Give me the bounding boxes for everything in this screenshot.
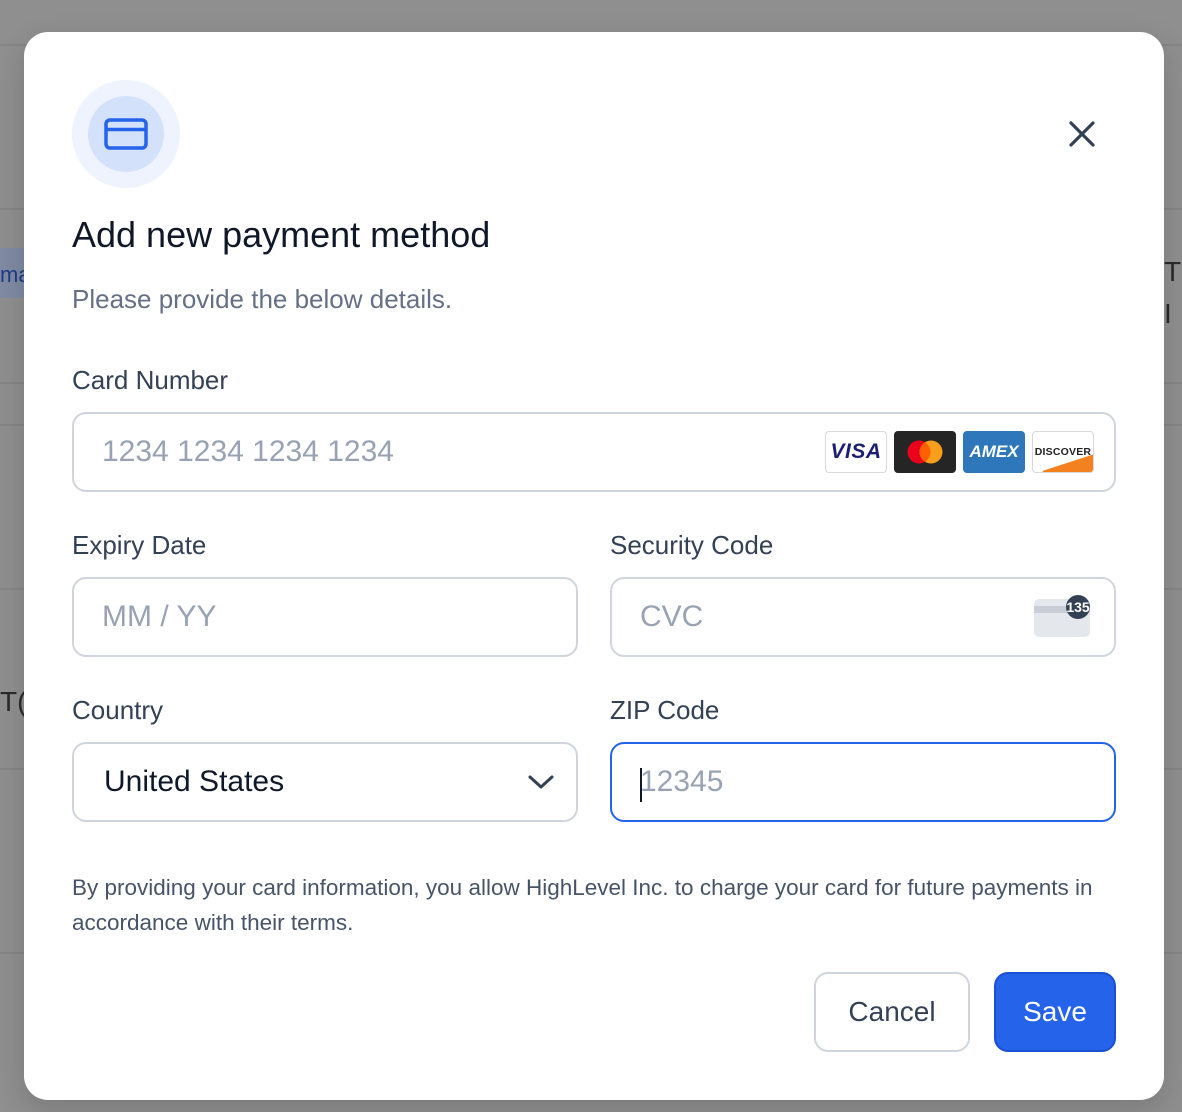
bg-text-fragment: T( — [0, 686, 27, 717]
close-button[interactable] — [1060, 112, 1104, 156]
mastercard-logo — [894, 431, 956, 473]
security-code-label: Security Code — [610, 530, 774, 560]
mastercard-circles-icon — [907, 440, 943, 464]
expiry-date-field — [72, 577, 578, 657]
cancel-button[interactable]: Cancel — [814, 972, 970, 1052]
country-select[interactable]: United States — [72, 742, 578, 822]
dialog-subtitle: Please provide the below details. — [72, 284, 453, 314]
credit-card-icon — [104, 118, 148, 150]
bg-text-fragment: I — [1164, 298, 1172, 329]
card-number-label: Card Number — [72, 365, 229, 395]
authorization-notice: By providing your card information, you … — [72, 875, 1093, 935]
discover-logo-text: DISCOVER — [1034, 446, 1092, 458]
security-code-field: 135 — [610, 577, 1116, 657]
security-code-input[interactable] — [612, 579, 1032, 655]
header-icon-inner — [88, 96, 164, 172]
amex-logo: AMEX — [963, 431, 1025, 473]
discover-logo: DISCOVER — [1032, 431, 1094, 473]
country-label: Country — [72, 695, 164, 725]
save-button[interactable]: Save — [994, 972, 1116, 1052]
card-number-field: VISA AMEX DISCOVER — [72, 412, 1116, 492]
chevron-down-icon — [526, 767, 556, 797]
country-selected-value: United States — [104, 765, 285, 798]
visa-logo-text: VISA — [830, 440, 882, 463]
text-cursor — [640, 768, 642, 802]
header-icon-badge — [72, 80, 180, 188]
close-icon — [1069, 121, 1095, 147]
cvc-hint-number: 135 — [1066, 599, 1090, 615]
bg-text-fragment: T — [1164, 256, 1182, 287]
cvc-hint-icon: 135 — [1032, 595, 1092, 639]
expiry-date-label: Expiry Date — [72, 530, 207, 560]
card-brand-logos: VISA AMEX DISCOVER — [825, 431, 1094, 473]
zip-code-field — [610, 742, 1116, 822]
visa-logo: VISA — [825, 431, 887, 473]
zip-code-label: ZIP Code — [610, 695, 720, 725]
expiry-date-input[interactable] — [74, 579, 576, 655]
dialog-title: Add new payment method — [72, 214, 491, 255]
card-number-input[interactable] — [74, 414, 825, 490]
zip-code-input[interactable] — [612, 744, 1114, 820]
amex-logo-text: AMEX — [969, 442, 1019, 462]
payment-method-dialog: Add new payment method Please provide th… — [24, 32, 1164, 1100]
